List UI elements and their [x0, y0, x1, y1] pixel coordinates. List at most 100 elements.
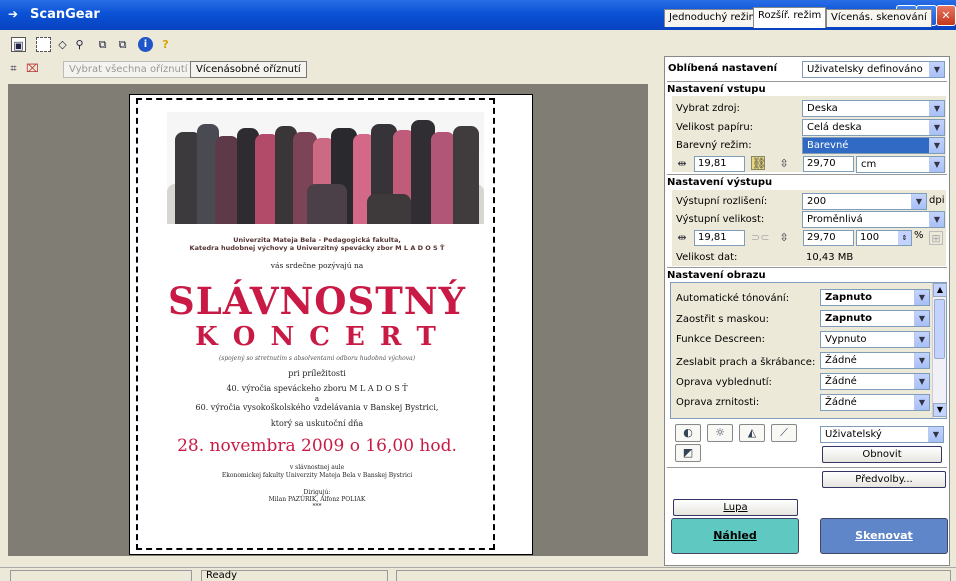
preview-button[interactable]: Náhled	[671, 518, 799, 554]
reset-button[interactable]: Obnovit	[822, 446, 942, 463]
crop-bar: ⌗ ⌧ Vybrat všechna oříznutí Vícenásobné …	[0, 58, 653, 82]
aspect-lock-icon[interactable]: ⛓	[751, 156, 766, 170]
descreen-dropdown[interactable]: Vypnuto ▼	[820, 331, 930, 348]
scroll-thumb[interactable]	[934, 299, 945, 359]
resolution-dropdown[interactable]: 200 ▼	[802, 193, 927, 210]
descreen-label: Funkce Descreen:	[676, 334, 765, 345]
eraser-icon[interactable]: ◇	[55, 37, 70, 52]
spinner-icon[interactable]: ⇕	[898, 231, 911, 245]
copy-icon[interactable]: ⧉	[115, 37, 130, 52]
image-settings-scrollbar[interactable]: ▲ ▼	[932, 283, 947, 418]
select-all-icon[interactable]: ⧉	[95, 37, 110, 52]
chevron-down-icon: ▼	[929, 212, 944, 227]
thumbnail-icon[interactable]: ▣	[11, 37, 26, 52]
source-value: Deska	[807, 103, 838, 114]
tab-advanced-mode[interactable]: Rozšíř. režim	[753, 7, 827, 28]
unit-value: cm	[861, 159, 877, 170]
paper-size-value: Celá deska	[807, 122, 862, 133]
chevron-down-icon: ▼	[929, 120, 944, 135]
auto-tone-dropdown[interactable]: Zapnuto ▼	[820, 289, 930, 306]
output-size-dropdown[interactable]: Proměnlivá ▼	[802, 211, 945, 228]
status-cell	[396, 570, 951, 581]
grain-label: Oprava zrnitosti:	[676, 397, 760, 408]
info-icon[interactable]: i	[138, 37, 153, 52]
fading-value: Žádné	[825, 376, 857, 387]
output-size-label: Výstupní velikost:	[676, 214, 765, 225]
scale-value: 100	[860, 232, 880, 243]
tab-multi-scan[interactable]: Vícenás. skenování	[826, 9, 932, 27]
zoom-icon[interactable]: ⚲	[72, 37, 87, 52]
chevron-down-icon: ▼	[914, 395, 929, 410]
dpi-label: dpi	[929, 195, 945, 206]
select-frame-icon[interactable]	[36, 37, 51, 52]
scale-field[interactable]: 100 ⇕	[856, 230, 912, 246]
fading-dropdown[interactable]: Žádné ▼	[820, 373, 930, 390]
tone-curve-icon[interactable]: ⟋	[771, 424, 797, 442]
height-icon: ⇳	[779, 157, 789, 170]
aspect-link-icon: ⊃⊂	[751, 231, 770, 244]
output-height-field[interactable]: 29,70	[803, 230, 854, 246]
tab-simple-mode[interactable]: Jednoduchý režim	[664, 9, 764, 27]
chevron-down-icon: ▼	[914, 353, 929, 368]
paper-size-dropdown[interactable]: Celá deska ▼	[802, 119, 945, 136]
chevron-down-icon: ▼	[929, 62, 944, 77]
data-size-value: 10,43 MB	[806, 252, 854, 263]
unsharp-mask-dropdown[interactable]: Zapnuto ▼	[820, 310, 930, 327]
source-dropdown[interactable]: Deska ▼	[802, 100, 945, 117]
auto-tone-label: Automatické tónování:	[676, 293, 790, 304]
unsharp-mask-value: Zapnuto	[825, 313, 873, 324]
color-mode-label: Barevný režim:	[676, 140, 752, 151]
preferences-button[interactable]: Předvolby...	[822, 471, 946, 488]
favorites-dropdown[interactable]: Uživatelsky definováno ▼	[802, 61, 945, 78]
final-review-icon[interactable]: ◩	[675, 444, 701, 462]
color-mode-value: Barevné	[807, 140, 849, 151]
chevron-up-icon[interactable]: ▲	[933, 283, 947, 297]
chevron-down-icon: ▼	[914, 311, 929, 326]
brightness-icon[interactable]: ☼	[707, 424, 733, 442]
status-text: Ready	[201, 570, 388, 581]
chevron-down-icon: ▼	[929, 138, 944, 153]
delete-crop-icon[interactable]: ⌧	[25, 61, 40, 76]
color-mode-dropdown[interactable]: Barevné ▼	[802, 137, 945, 154]
paper-size-label: Velikost papíru:	[676, 122, 754, 133]
image-settings-heading: Nastavení obrazu	[667, 270, 766, 281]
auto-tone-value: Zapnuto	[825, 292, 873, 303]
toolbar: ▣ ◇ ⚲ ⧉ ⧉ i ?	[0, 30, 653, 58]
dust-dropdown[interactable]: Žádné ▼	[820, 352, 930, 369]
select-all-crops-button[interactable]: Vybrat všechna oříznutí	[63, 61, 194, 78]
data-size-label: Velikost dat:	[676, 252, 738, 263]
output-width-field[interactable]: 19,81	[694, 230, 745, 246]
input-height-field[interactable]: 29,70	[803, 156, 854, 172]
scale-preset-icon[interactable]: ⊞	[929, 231, 943, 245]
brightness-contrast-icon[interactable]: ◐	[675, 424, 701, 442]
scan-button[interactable]: Skenovat	[820, 518, 948, 554]
multi-crop-button[interactable]: Vícenásobné oříznutí	[190, 61, 307, 78]
zoom-button[interactable]: Lupa	[673, 499, 798, 516]
grain-dropdown[interactable]: Žádné ▼	[820, 394, 930, 411]
help-icon[interactable]: ?	[158, 37, 173, 52]
dust-value: Žádné	[825, 355, 857, 366]
chevron-down-icon: ▼	[911, 194, 926, 209]
divider	[667, 174, 947, 175]
input-width-field[interactable]: 19,81	[694, 156, 745, 172]
output-settings-heading: Nastavení výstupu	[667, 177, 773, 188]
unit-dropdown[interactable]: cm ▼	[856, 156, 945, 173]
chevron-down-icon[interactable]: ▼	[933, 403, 947, 417]
width-icon: ⇹	[677, 157, 687, 170]
histogram-icon[interactable]: ◭	[739, 424, 765, 442]
input-settings-heading: Nastavení vstupu	[667, 84, 766, 95]
divider	[667, 267, 947, 268]
resolution-label: Výstupní rozlišení:	[676, 196, 768, 207]
window-title: ScanGear	[30, 7, 100, 22]
crop-icon[interactable]: ⌗	[6, 61, 21, 76]
chevron-down-icon: ▼	[929, 101, 944, 116]
crop-frame[interactable]	[136, 98, 495, 550]
chevron-down-icon: ▼	[914, 290, 929, 305]
close-button[interactable]: ✕	[936, 5, 956, 26]
resolution-value: 200	[807, 196, 827, 207]
descreen-value: Vypnuto	[825, 334, 867, 345]
grain-value: Žádné	[825, 397, 857, 408]
source-label: Vybrat zdroj:	[676, 103, 740, 114]
color-preset-dropdown[interactable]: Uživatelský ▼	[820, 426, 944, 443]
chevron-down-icon: ▼	[929, 157, 944, 172]
